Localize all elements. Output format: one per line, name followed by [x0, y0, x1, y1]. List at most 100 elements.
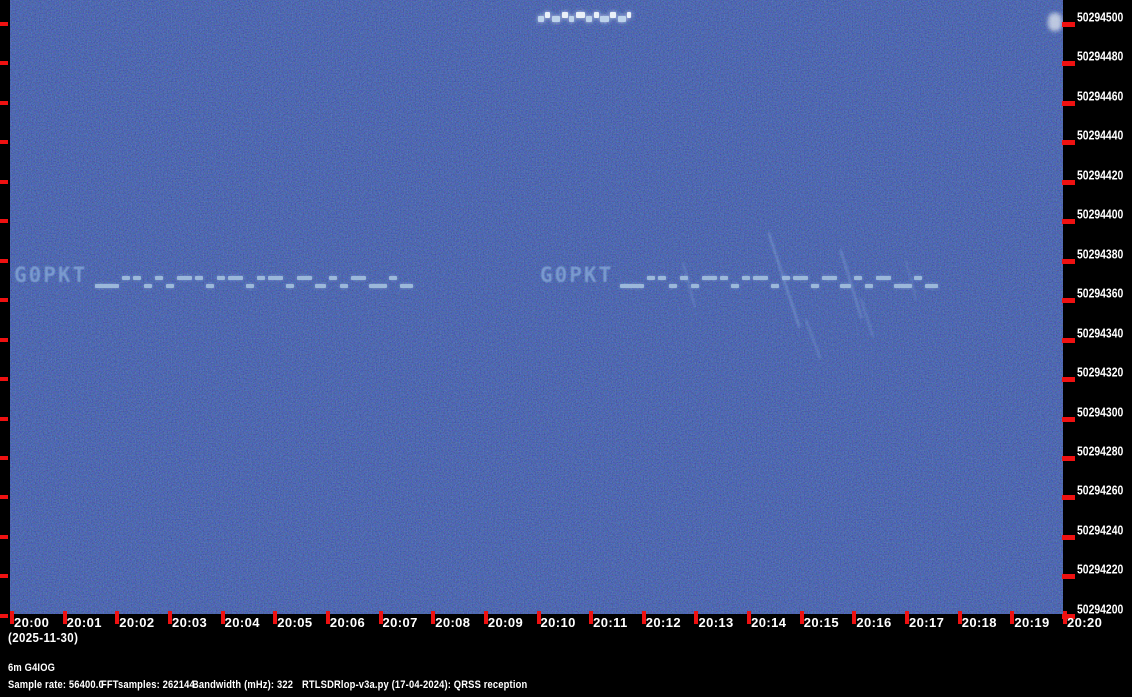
doppler-streak	[905, 260, 917, 299]
left-freq-tick	[0, 22, 8, 26]
fskcw-dash	[400, 284, 413, 288]
strong-signal-dash	[618, 16, 626, 22]
left-freq-tick	[0, 377, 8, 381]
freq-axis-label: 50294420	[1077, 167, 1123, 182]
freq-axis-label: 50294240	[1077, 522, 1123, 537]
time-axis-label: 20:19	[1014, 615, 1049, 630]
fskcw-dash	[369, 284, 387, 288]
fskcw-dash	[122, 276, 130, 280]
fskcw-dash	[925, 284, 938, 288]
freq-tick	[1062, 377, 1075, 382]
time-axis-label: 20:09	[488, 615, 523, 630]
time-axis-label: 20:15	[804, 615, 839, 630]
freq-axis-label: 50294440	[1077, 128, 1123, 143]
left-freq-tick	[0, 338, 8, 342]
callsign-trace-text: G0PKT	[14, 263, 87, 287]
fskcw-dash	[257, 276, 265, 280]
time-axis-label: 20:10	[541, 615, 576, 630]
fskcw-dash	[771, 284, 779, 288]
date-label: (2025-11-30)	[8, 631, 78, 645]
fskcw-dash	[268, 276, 283, 280]
time-axis-label: 20:01	[67, 615, 102, 630]
freq-tick	[1062, 535, 1075, 540]
fskcw-dash	[133, 276, 141, 280]
freq-axis-label: 50294340	[1077, 325, 1123, 340]
fskcw-dash	[246, 284, 254, 288]
strong-signal-dash	[576, 12, 585, 18]
qrss-grabber-window: G0PKTG0PKT 50294500502944805029446050294…	[0, 0, 1132, 697]
time-axis-label: 20:08	[435, 615, 470, 630]
freq-tick	[1062, 219, 1075, 224]
fskcw-dash	[389, 276, 397, 280]
freq-axis-label: 50294260	[1077, 483, 1123, 498]
fskcw-dash	[753, 276, 768, 280]
fskcw-dash	[297, 276, 312, 280]
strong-signal-dash	[594, 12, 599, 18]
fskcw-dash	[329, 276, 337, 280]
time-axis-label: 20:18	[962, 615, 997, 630]
freq-tick	[1062, 417, 1075, 422]
fskcw-dash	[793, 276, 808, 280]
signal-overlays: G0PKT G0PKT	[10, 0, 1063, 614]
fskcw-dash	[876, 276, 891, 280]
left-freq-tick	[0, 495, 8, 499]
fskcw-dash	[669, 284, 677, 288]
fskcw-dash	[854, 276, 862, 280]
spectrogram: G0PKT G0PKT	[10, 0, 1063, 614]
left-freq-tick	[0, 574, 8, 578]
strong-signal-dash	[610, 12, 616, 18]
fskcw-dash	[155, 276, 163, 280]
fft-samples-label: FFTsamples: 262144	[101, 679, 195, 691]
fskcw-dash	[658, 276, 666, 280]
time-axis-label: 20:03	[172, 615, 207, 630]
time-axis-label: 20:13	[698, 615, 733, 630]
freq-axis-label: 50294360	[1077, 286, 1123, 301]
left-freq-tick	[0, 535, 8, 539]
sample-rate-label: Sample rate: 56400.0	[8, 679, 104, 691]
time-axis-label: 20:00	[14, 615, 49, 630]
freq-tick	[1062, 22, 1075, 27]
time-axis-label: 20:12	[646, 615, 681, 630]
callsign-trace-text: G0PKT	[540, 263, 613, 287]
strong-signal-dash	[569, 16, 574, 22]
left-freq-tick	[0, 417, 8, 421]
app-version-label: RTLSDRlop-v3a.py (17-04-2024): QRSS rece…	[302, 679, 527, 691]
left-freq-tick	[0, 456, 8, 460]
fskcw-dash	[702, 276, 717, 280]
fskcw-dash	[914, 276, 922, 280]
strong-signal-dash	[562, 12, 568, 18]
freq-axis-label: 50294300	[1077, 404, 1123, 419]
fskcw-dash	[177, 276, 192, 280]
fskcw-dash	[351, 276, 366, 280]
strong-signal-dash	[600, 16, 609, 22]
strong-signal-dash	[545, 12, 550, 18]
freq-axis-label: 50294500	[1077, 10, 1123, 25]
fskcw-dash	[217, 276, 225, 280]
fskcw-dash	[865, 284, 873, 288]
fskcw-dash	[647, 276, 655, 280]
freq-axis-label: 50294380	[1077, 246, 1123, 261]
left-freq-tick	[0, 101, 8, 105]
strong-signal-dash	[586, 16, 592, 22]
freq-tick	[1062, 298, 1075, 303]
strong-signal-dash	[552, 16, 560, 22]
edge-bright-blob	[1048, 13, 1062, 31]
freq-tick	[1062, 338, 1075, 343]
freq-tick	[1062, 259, 1075, 264]
fskcw-dash	[691, 284, 699, 288]
time-axis-label: 20:17	[909, 615, 944, 630]
fskcw-dash	[822, 276, 837, 280]
freq-tick	[1062, 180, 1075, 185]
freq-axis-label: 50294220	[1077, 562, 1123, 577]
fskcw-dash	[95, 284, 119, 288]
fskcw-dash	[340, 284, 348, 288]
fskcw-dash	[620, 284, 644, 288]
time-axis-label: 20:16	[856, 615, 891, 630]
freq-axis-label: 50294400	[1077, 207, 1123, 222]
freq-tick	[1062, 140, 1075, 145]
doppler-streak	[768, 232, 801, 328]
freq-axis-label: 50294460	[1077, 88, 1123, 103]
time-axis-label: 20:11	[593, 615, 628, 630]
time-axis-label: 20:07	[383, 615, 418, 630]
strong-signal-dash	[627, 12, 631, 18]
